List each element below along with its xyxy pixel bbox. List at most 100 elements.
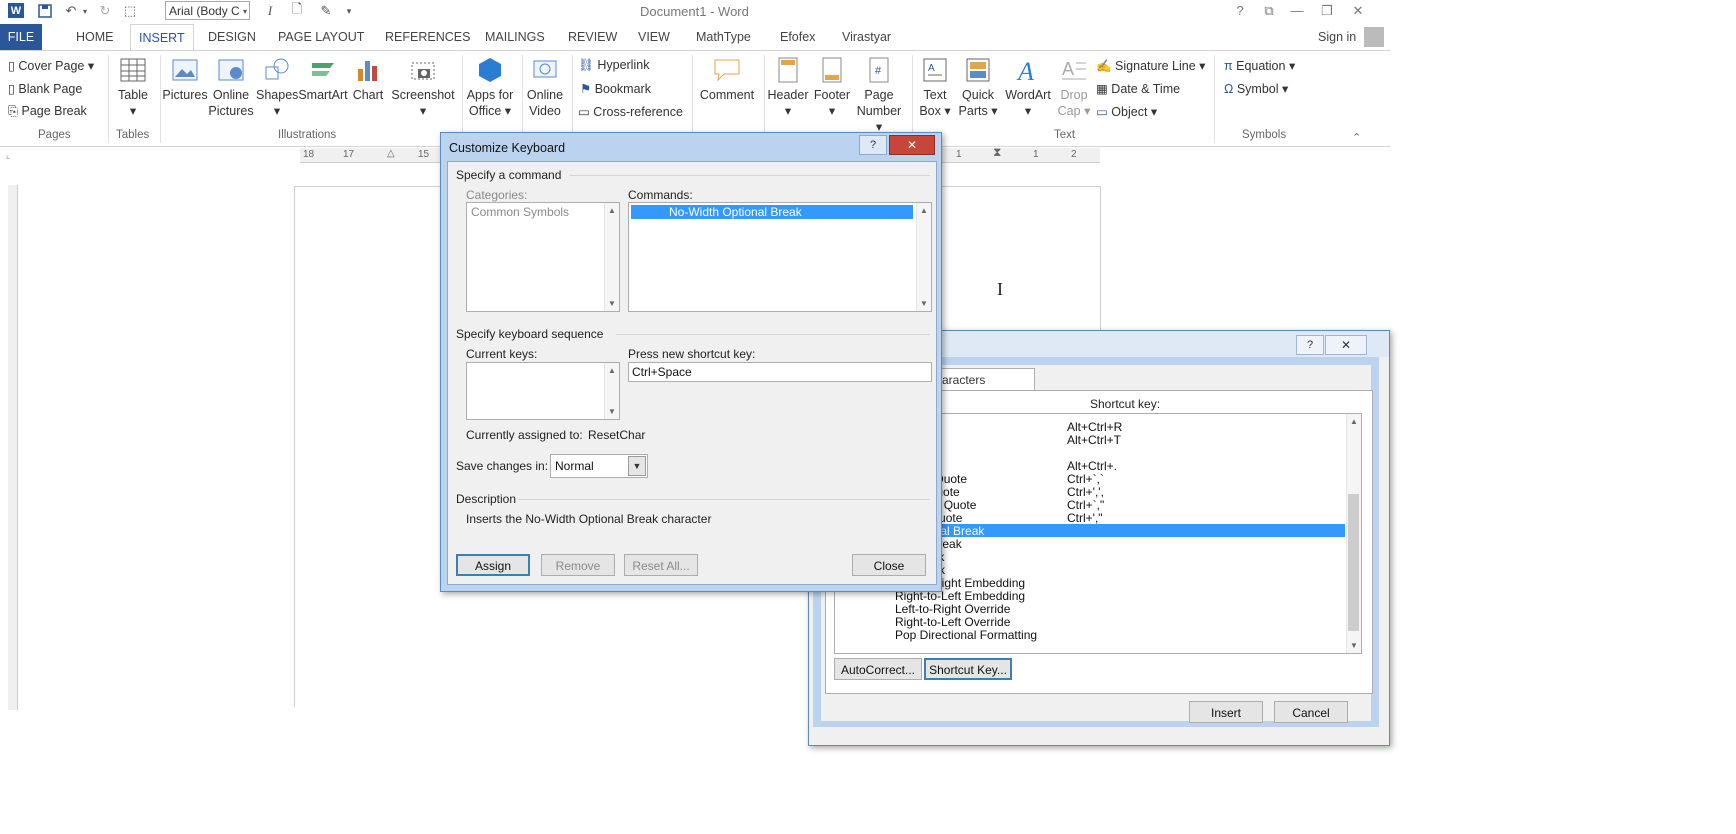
current-keys-list[interactable]: ▲ ▼ [466,362,620,420]
screenshot-button[interactable]: Screenshot ▾ [388,55,458,119]
tab-mathtype[interactable]: MathType [688,24,759,50]
apps-for-office-button[interactable]: Apps for Office ▾ [464,55,516,119]
scroll-down-icon[interactable]: ▼ [1350,641,1358,650]
font-dropdown-icon[interactable]: ▾ [240,2,250,20]
save-changes-select[interactable]: Normal ▼ [550,454,648,478]
text-box-button[interactable]: A Text Box ▾ [916,55,954,119]
press-new-shortcut-input[interactable]: Ctrl+Space [628,362,932,382]
header-icon [778,57,798,83]
object-button[interactable]: ▭ Object ▾ [1096,104,1157,119]
close-icon[interactable]: ✕ [1325,335,1367,355]
undo-icon[interactable]: ↶ [62,2,80,20]
reset-all-button[interactable]: Reset All... [624,554,698,576]
scroll-up-icon[interactable]: ▲ [608,206,616,215]
scroll-up-icon[interactable]: ▲ [1350,417,1358,426]
close-button[interactable]: Close [852,554,926,576]
tab-references[interactable]: REFERENCES [377,24,478,50]
chart-button[interactable]: Chart [350,55,386,103]
smartart-button[interactable]: SmartArt [298,55,348,103]
tab-page-layout[interactable]: PAGE LAYOUT [270,24,372,50]
help-icon[interactable]: ? [859,135,887,155]
bookmark-button[interactable]: ⚑ Bookmark [580,81,651,96]
close-window-icon[interactable]: ✕ [1346,2,1370,20]
help-icon[interactable]: ? [1296,335,1324,355]
page-number-button[interactable]: # Page Number ▾ [852,55,906,135]
select-icon[interactable]: ⬚ [121,2,139,20]
tab-mailings[interactable]: MAILINGS [477,24,553,50]
cross-reference-button[interactable]: ▭ Cross-reference [578,104,683,119]
command-item-selected[interactable]: No-Width Optional Break [631,205,913,219]
tab-design[interactable]: DESIGN [200,24,264,50]
table-button[interactable]: Table ▾ [112,55,154,119]
current-keys-scrollbar[interactable]: ▲ ▼ [604,363,619,419]
user-avatar-icon[interactable] [1364,27,1384,47]
scrollbar-thumb[interactable] [1348,494,1359,631]
autocorrect-button[interactable]: AutoCorrect... [834,658,922,680]
ribbon-display-icon[interactable]: ⧉ [1257,2,1281,20]
footer-button[interactable]: Footer ▾ [810,55,854,119]
tab-insert[interactable]: INSERT [130,24,194,51]
list-scrollbar[interactable]: ▲ ▼ [1346,414,1361,653]
tab-home[interactable]: HOME [68,24,122,50]
pictures-button[interactable]: Pictures [162,55,208,103]
customize-toolbar-icon[interactable]: ▾ [343,2,355,20]
blank-page-button[interactable]: ▯ Blank Page [8,81,82,96]
shortcut-key-button[interactable]: Shortcut Key... [924,658,1012,680]
cover-page-button[interactable]: ▯ Cover Page ▾ [8,58,94,73]
undo-dropdown-icon[interactable]: ▾ [80,2,90,20]
save-icon[interactable] [36,2,54,20]
collapse-ribbon-icon[interactable]: ⌃ [1352,131,1361,144]
drop-cap-button[interactable]: A Drop Cap ▾ [1056,55,1092,119]
chevron-down-icon[interactable]: ▼ [628,456,646,476]
font-name-box[interactable]: Arial (Body C [165,1,250,20]
category-item[interactable]: Common Symbols [471,205,569,219]
symbol-button[interactable]: Ω Symbol ▾ [1224,81,1288,96]
tab-view[interactable]: VIEW [630,24,678,50]
hyperlink-button[interactable]: ⛓ Hyperlink [578,58,649,73]
close-icon[interactable]: ✕ [889,135,935,155]
signature-line-button[interactable]: ✍ Signature Line ▾ [1096,58,1205,74]
scroll-down-icon[interactable]: ▼ [608,299,616,308]
remove-button[interactable]: Remove [541,554,615,576]
wordart-button[interactable]: A WordArt ▾ [1002,55,1054,119]
redo-icon[interactable]: ↻ [96,2,114,20]
right-indent-marker-icon[interactable]: ⧗ [993,145,1001,160]
comment-button[interactable]: Comment [696,55,758,103]
page-break-button[interactable]: ⎘ Page Break [8,104,87,119]
special-character-row[interactable]: Left-to-Right Override [835,602,1345,616]
scroll-down-icon[interactable]: ▼ [920,299,928,308]
insert-button[interactable]: Insert [1189,701,1263,723]
date-time-button[interactable]: ▦ Date & Time [1096,81,1180,96]
online-pictures-button[interactable]: Online Pictures [208,55,254,119]
tab-special-characters[interactable]: aracters [937,368,1035,391]
quick-parts-button[interactable]: Quick Parts ▾ [956,55,1000,119]
minimize-icon[interactable]: — [1285,2,1309,20]
tab-efofex[interactable]: Efofex [772,24,823,50]
scroll-up-icon[interactable]: ▲ [608,366,616,375]
tab-virastyar[interactable]: Virastyar [834,24,899,50]
categories-scrollbar[interactable]: ▲ ▼ [604,203,619,311]
sign-in-link[interactable]: Sign in [1310,24,1364,50]
edit-icon[interactable]: ✎ [317,2,335,20]
cancel-button[interactable]: Cancel [1274,701,1348,723]
commands-scrollbar[interactable]: ▲ ▼ [916,203,931,311]
equation-button[interactable]: π Equation ▾ [1224,58,1295,73]
tab-review[interactable]: REVIEW [560,24,625,50]
new-document-icon[interactable]: 🗋 [289,1,305,20]
help-icon[interactable]: ? [1228,2,1252,20]
header-button[interactable]: Header ▾ [766,55,810,119]
assign-button[interactable]: Assign [456,554,530,576]
special-character-row[interactable]: Right-to-Left Override [835,615,1345,629]
commands-list[interactable]: No-Width Optional Break ▲ ▼ [628,202,932,312]
left-indent-marker-icon[interactable]: △ [387,148,395,159]
tab-file[interactable]: FILE [0,24,42,50]
shapes-button[interactable]: Shapes ▾ [256,55,298,119]
scroll-up-icon[interactable]: ▲ [920,206,928,215]
scroll-down-icon[interactable]: ▼ [608,407,616,416]
italic-icon[interactable]: I [262,2,278,20]
special-character-row[interactable]: Pop Directional Formatting [835,628,1345,642]
tab-selector-icon[interactable]: ⌞ [6,150,10,161]
categories-list[interactable]: Common Symbols ▲ ▼ [466,202,620,312]
online-video-button[interactable]: Online Video [524,55,566,119]
restore-icon[interactable]: ❐ [1315,2,1339,20]
